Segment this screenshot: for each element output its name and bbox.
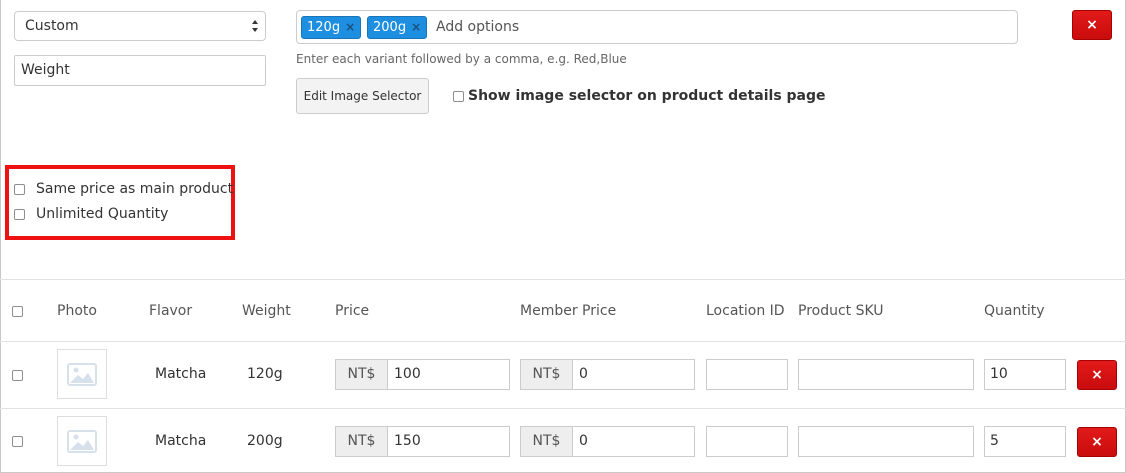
row-checkbox[interactable]: [12, 436, 23, 447]
photo-placeholder[interactable]: [57, 349, 107, 399]
quantity-input[interactable]: 5: [984, 426, 1066, 457]
delete-row-button[interactable]: ×: [1077, 427, 1117, 457]
variant-help-text: Enter each variant followed by a comma, …: [296, 52, 627, 66]
header-quantity: Quantity: [984, 303, 1045, 319]
row-weight: 200g: [247, 433, 283, 449]
image-placeholder-icon: [67, 430, 97, 453]
option-tag-label: 120g: [307, 20, 341, 35]
variant-type-value: Custom: [25, 18, 79, 34]
option-tag-120g: 120g ×: [301, 16, 362, 39]
currency-prefix: NT$: [336, 360, 388, 389]
header-photo: Photo: [57, 303, 97, 319]
same-price-label: Same price as main product: [36, 181, 234, 197]
header-member-price: Member Price: [520, 303, 617, 319]
currency-prefix: NT$: [336, 427, 388, 456]
delete-variant-button[interactable]: ×: [1072, 10, 1112, 40]
price-input[interactable]: 100: [388, 360, 509, 389]
price-input[interactable]: 150: [388, 427, 509, 456]
header-flavor: Flavor: [149, 303, 193, 319]
location-id-input[interactable]: [706, 359, 788, 390]
member-price-input-group[interactable]: NT$ 0: [520, 426, 695, 457]
member-price-input[interactable]: 0: [573, 427, 694, 456]
same-price-checkbox[interactable]: [14, 183, 25, 195]
currency-prefix: NT$: [521, 360, 573, 389]
variant-name-input[interactable]: Weight: [14, 55, 266, 86]
highlight-box: [5, 165, 235, 240]
select-arrows-icon: [252, 20, 258, 32]
quantity-input[interactable]: 10: [984, 359, 1066, 390]
select-all-checkbox[interactable]: [12, 306, 23, 317]
table-row: Matcha 120g NT$ 100 NT$ 0 10 ×: [0, 341, 1126, 408]
photo-placeholder[interactable]: [57, 416, 107, 466]
row-weight: 120g: [247, 366, 283, 382]
same-price-option: Same price as main product: [14, 181, 233, 197]
member-price-input-group[interactable]: NT$ 0: [520, 359, 695, 390]
variant-type-select[interactable]: Custom: [14, 11, 266, 41]
unlimited-quantity-checkbox[interactable]: [14, 208, 25, 220]
show-image-selector-label: Show image selector on product details p…: [468, 88, 826, 104]
price-input-group[interactable]: NT$ 150: [335, 426, 510, 457]
location-id-input[interactable]: [706, 426, 788, 457]
member-price-input[interactable]: 0: [573, 360, 694, 389]
product-sku-input[interactable]: [798, 359, 974, 390]
price-input-group[interactable]: NT$ 100: [335, 359, 510, 390]
remove-tag-icon[interactable]: ×: [345, 20, 355, 34]
currency-prefix: NT$: [521, 427, 573, 456]
image-placeholder-icon: [67, 363, 97, 386]
header-product-sku: Product SKU: [798, 303, 884, 319]
header-weight: Weight: [242, 303, 291, 319]
add-options-placeholder[interactable]: Add options: [436, 16, 519, 39]
header-price: Price: [335, 303, 370, 319]
product-sku-input[interactable]: [798, 426, 974, 457]
option-tag-label: 200g: [373, 20, 407, 35]
table-row: Matcha 200g NT$ 150 NT$ 0 5 ×: [0, 408, 1126, 473]
table-top-divider: [0, 279, 1126, 280]
unlimited-quantity-option: Unlimited Quantity: [14, 206, 168, 222]
unlimited-quantity-label: Unlimited Quantity: [36, 206, 169, 222]
header-location-id: Location ID: [706, 303, 785, 319]
delete-row-button[interactable]: ×: [1077, 360, 1117, 390]
row-checkbox[interactable]: [12, 370, 23, 381]
row-flavor: Matcha: [155, 433, 207, 449]
row-flavor: Matcha: [155, 366, 207, 382]
edit-image-selector-button[interactable]: Edit Image Selector: [296, 78, 429, 114]
show-image-selector-option: Show image selector on product details p…: [453, 88, 826, 104]
show-image-selector-checkbox[interactable]: [453, 90, 464, 102]
variant-options-input[interactable]: 120g × 200g × Add options: [296, 10, 1018, 44]
remove-tag-icon[interactable]: ×: [411, 20, 421, 34]
option-tag-200g: 200g ×: [367, 16, 428, 39]
